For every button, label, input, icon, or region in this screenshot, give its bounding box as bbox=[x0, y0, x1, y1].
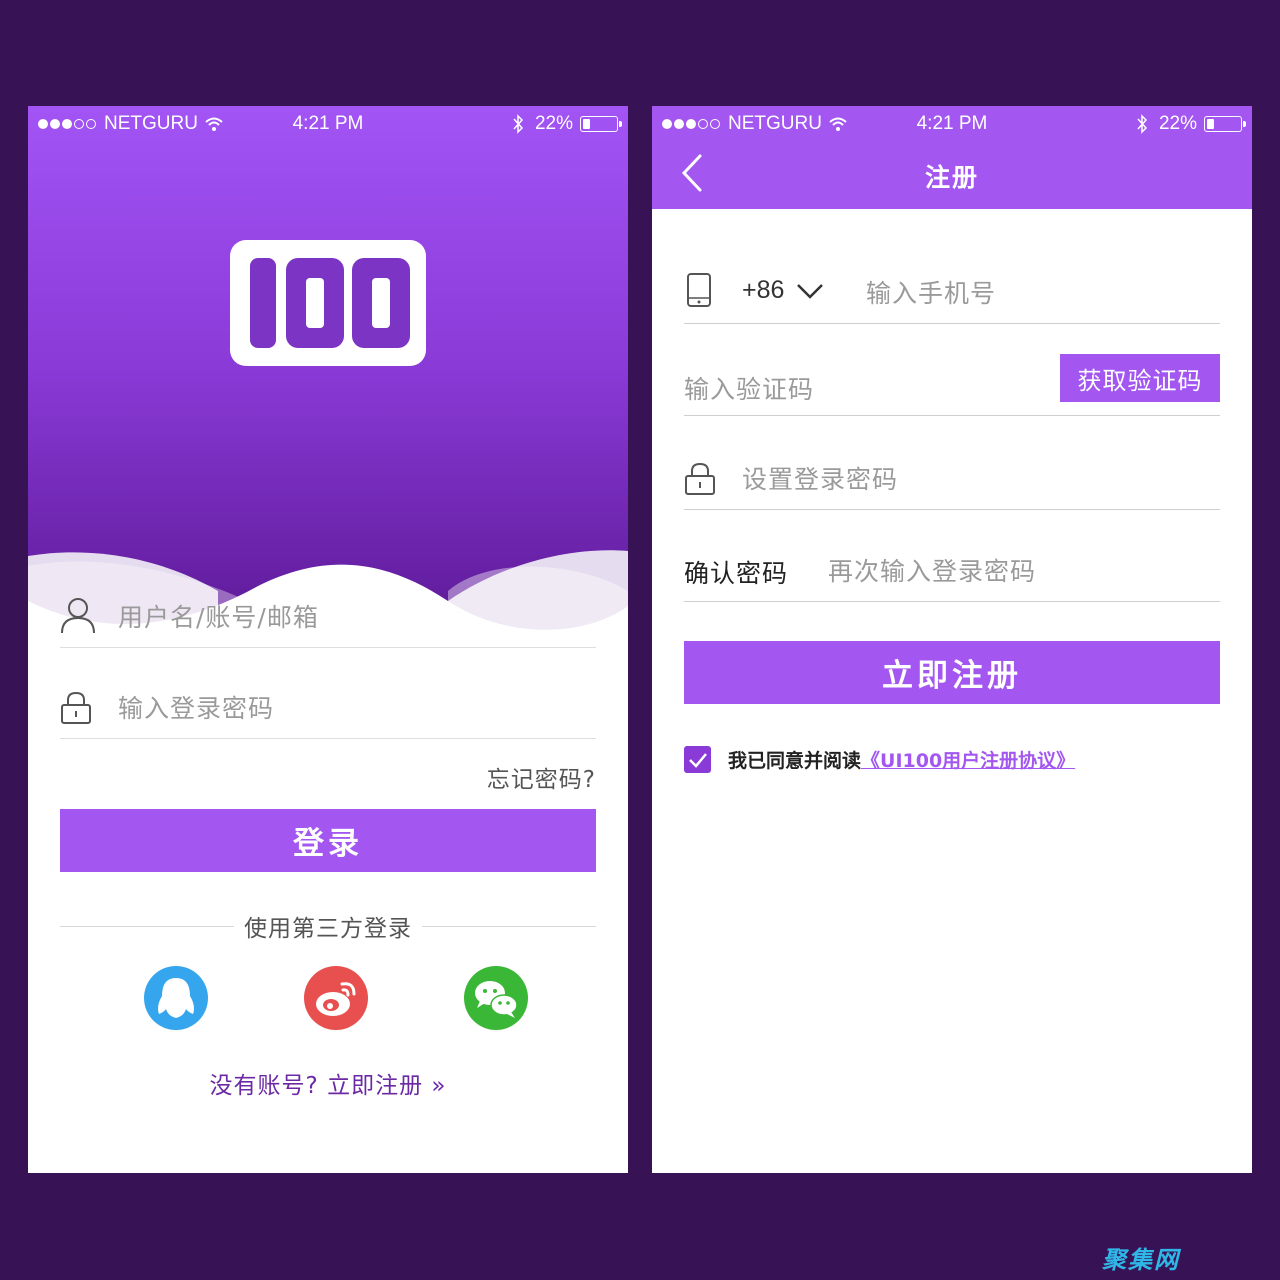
register-screen: NETGURU 4:21 PM 22% 注册 +86 输入手机号 输入验证码 获… bbox=[652, 106, 1252, 1173]
battery-icon bbox=[1204, 116, 1246, 132]
set-password-field bbox=[684, 446, 1220, 510]
forgot-password-link[interactable]: 忘记密码? bbox=[487, 760, 596, 794]
weibo-login-button[interactable] bbox=[304, 966, 368, 1030]
divider-line bbox=[422, 925, 596, 927]
battery-percent: 22% bbox=[534, 113, 573, 134]
third-party-label: 使用第三方登录 bbox=[244, 916, 412, 942]
status-bar: NETGURU 4:21 PM 22% bbox=[652, 106, 1252, 140]
chevron-down-icon bbox=[797, 283, 824, 299]
status-bar: NETGURU 4:21 PM 22% bbox=[28, 106, 628, 140]
app-logo bbox=[230, 240, 426, 366]
lock-icon bbox=[685, 462, 715, 495]
checkmark-icon bbox=[688, 752, 707, 768]
qq-login-button[interactable] bbox=[144, 966, 208, 1030]
agreement-link[interactable]: 《UI100用户注册协议》 bbox=[861, 746, 1075, 773]
agreement-row: 我已同意并阅读 《UI100用户注册协议》 bbox=[684, 746, 1075, 773]
battery-icon bbox=[580, 116, 622, 132]
verification-code-input[interactable] bbox=[684, 370, 1050, 408]
username-input[interactable] bbox=[118, 600, 596, 634]
page-title: 注册 bbox=[924, 163, 979, 192]
username-field bbox=[60, 588, 596, 648]
register-link[interactable]: 没有账号? 立即注册 » bbox=[28, 1066, 628, 1100]
battery-fill bbox=[1207, 119, 1215, 129]
confirm-password-input[interactable] bbox=[828, 552, 1220, 590]
confirm-password-label: 确认密码 bbox=[684, 559, 789, 588]
logo-100-icon bbox=[250, 258, 410, 348]
double-chevron-icon: » bbox=[431, 1073, 447, 1099]
password-input[interactable] bbox=[118, 691, 596, 725]
login-screen: NETGURU 4:21 PM 22% 用户名/账号/邮箱 忘记密码? 登录 使… bbox=[28, 106, 628, 1173]
no-account-text: 没有账号? bbox=[209, 1073, 319, 1099]
mobile-phone-icon bbox=[687, 273, 711, 307]
weibo-icon bbox=[316, 982, 356, 1016]
divider-line bbox=[60, 925, 234, 927]
third-party-divider: 使用第三方登录 bbox=[60, 908, 596, 944]
agree-checkbox[interactable] bbox=[684, 746, 711, 773]
agree-text: 我已同意并阅读 bbox=[728, 750, 862, 772]
battery-percent: 22% bbox=[1158, 113, 1197, 134]
lock-icon bbox=[61, 691, 91, 724]
user-icon bbox=[61, 598, 95, 634]
wechat-login-button[interactable] bbox=[464, 966, 528, 1030]
country-code-select[interactable]: +86 bbox=[742, 276, 824, 305]
register-now-text: 立即注册 bbox=[327, 1073, 424, 1099]
wechat-icon bbox=[475, 981, 518, 1018]
password-field bbox=[60, 679, 596, 739]
set-password-input[interactable] bbox=[742, 460, 1220, 498]
phone-input[interactable] bbox=[866, 274, 1220, 312]
login-button[interactable]: 登录 bbox=[60, 809, 596, 872]
qq-penguin-icon bbox=[158, 978, 194, 1018]
bluetooth-icon bbox=[513, 114, 523, 134]
phone-field: +86 bbox=[684, 260, 1220, 324]
confirm-password-field: 确认密码 bbox=[684, 538, 1220, 602]
battery-fill bbox=[583, 119, 591, 129]
country-code: +86 bbox=[742, 276, 785, 304]
register-button[interactable]: 立即注册 bbox=[684, 641, 1220, 704]
bluetooth-icon bbox=[1137, 114, 1147, 134]
get-code-button[interactable]: 获取验证码 bbox=[1060, 354, 1220, 402]
verification-code-field: 获取验证码 bbox=[684, 354, 1220, 416]
watermark-text: 聚集网 bbox=[1102, 1246, 1180, 1274]
